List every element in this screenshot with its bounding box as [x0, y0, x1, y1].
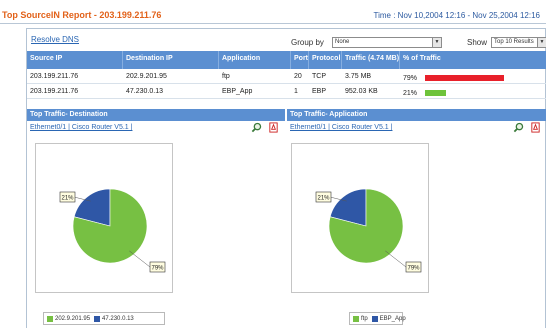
application-chart: 79% 21% [291, 143, 429, 293]
percent-bar-fill [425, 75, 504, 81]
application-section: Top Traffic- Application Ethernet0/1 | C… [287, 109, 546, 328]
device-link[interactable]: Ethernet0/1 | Cisco Router V5.1 | [287, 121, 546, 135]
toolbar: Resolve DNS Group by None ▼ Show Top 10 … [27, 29, 546, 51]
legend-item: 202.9.201.95 [47, 315, 91, 322]
cell-source-ip: 203.199.211.76 [30, 88, 79, 95]
data-label: 21% [61, 196, 74, 202]
table-body: 203.199.211.76 202.9.201.95 ftp 20 TCP 3.75 M… [27, 69, 546, 99]
table-row: 203.199.211.76 202.9.201.95 ftp 20 TCP 3.75 M… [27, 69, 546, 84]
data-label: 79% [407, 266, 420, 272]
col-application[interactable]: Application [219, 51, 291, 69]
data-label: 21% [317, 196, 330, 202]
col-source-ip[interactable]: Source IP [27, 51, 123, 69]
table-header: Source IP Destination IP Application Por… [27, 51, 546, 69]
percent-bar-track [425, 75, 525, 81]
cell-protocol: TCP [312, 73, 326, 80]
group-by-label: Group by [291, 38, 324, 47]
data-label-leader [129, 250, 151, 268]
percent-label: 21% [403, 89, 418, 97]
table-row: 203.199.211.76 47.230.0.13 EBP_App 1 EBP 952.… [27, 84, 546, 99]
section-actions [513, 122, 541, 133]
legend-swatch [371, 315, 378, 322]
percent-label: 79% [403, 74, 418, 82]
col-protocol[interactable]: Protocol [309, 51, 342, 69]
destination-chart: 79% 21% [35, 143, 173, 293]
magnifier-icon[interactable] [251, 122, 262, 133]
destination-section: Top Traffic- Destination Ethernet0/1 | C… [27, 109, 285, 328]
data-label-leader [385, 250, 407, 268]
col-port[interactable]: Port [291, 51, 309, 69]
legend-swatch [47, 315, 53, 322]
group-by-value: None [335, 39, 350, 45]
resolve-dns-link[interactable]: Resolve DNS [31, 35, 79, 44]
legend-label: EBP_App [379, 315, 406, 322]
report-panel: Resolve DNS Group by None ▼ Show Top 10 … [26, 28, 546, 328]
chart-legend: 202.9.201.95 47.230.0.13 [43, 312, 165, 325]
cell-destination-ip: 202.9.201.95 [126, 73, 167, 80]
pie-chart: 79% 21% [59, 188, 166, 273]
cell-port: 20 [294, 73, 302, 80]
time-range: Time : Nov 10,2004 12:16 - Nov 25,2004 1… [373, 11, 540, 20]
col-percent-traffic[interactable]: % of Traffic [400, 51, 546, 69]
cell-port: 1 [294, 88, 298, 95]
device-link-label: Ethernet0/1 | Cisco Router V5.1 | [30, 124, 133, 131]
magnifier-icon[interactable] [513, 122, 524, 133]
pie-chart: 79% 21% [315, 188, 422, 273]
report-header: Top SourceIN Report - 203.199.211.76 Tim… [0, 0, 546, 24]
cell-destination-ip: 47.230.0.13 [126, 88, 163, 95]
cell-application: ftp [222, 73, 230, 80]
legend-label: ftp [361, 315, 368, 322]
cell-percent: 79% [400, 69, 546, 83]
legend-item: 47.230.0.13 [94, 315, 134, 322]
col-destination-ip[interactable]: Destination IP [123, 51, 219, 69]
col-traffic[interactable]: Traffic (4.74 MB) [342, 51, 400, 69]
section-actions [251, 122, 279, 133]
legend-item: ftp [353, 315, 368, 322]
pdf-export-icon[interactable] [268, 122, 279, 133]
percent-bar-track [425, 90, 525, 96]
cell-source-ip: 203.199.211.76 [30, 73, 79, 80]
section-title: Top Traffic- Destination [27, 109, 285, 121]
section-title: Top Traffic- Application [287, 109, 546, 121]
legend-swatch [94, 315, 101, 322]
cell-protocol: EBP [312, 88, 327, 95]
show-label: Show [467, 38, 488, 47]
pdf-export-icon[interactable] [530, 122, 541, 133]
traffic-table: Source IP Destination IP Application Por… [27, 51, 546, 99]
cell-application: EBP_App [222, 88, 253, 95]
show-results-select[interactable]: Top 10 Results ▼ [491, 37, 546, 48]
group-by-select[interactable]: None ▼ [332, 37, 442, 48]
legend-swatch [353, 315, 359, 322]
data-label: 79% [151, 266, 164, 272]
show-results-value: Top 10 Results [494, 39, 534, 45]
percent-bar-fill [425, 90, 446, 96]
legend-item: EBP_App [371, 315, 406, 322]
device-link[interactable]: Ethernet0/1 | Cisco Router V5.1 | [27, 121, 285, 135]
chevron-down-icon: ▼ [432, 38, 441, 47]
legend-label: 202.9.201.95 [55, 315, 91, 322]
chevron-down-icon: ▼ [537, 38, 546, 47]
cell-percent: 21% [400, 84, 546, 98]
chart-legend: ftp EBP_App [349, 312, 406, 325]
cell-traffic: 952.03 KB [345, 88, 378, 95]
device-link-label: Ethernet0/1 | Cisco Router V5.1 | [290, 124, 393, 131]
cell-traffic: 3.75 MB [345, 73, 372, 80]
report-title: Top SourceIN Report - 203.199.211.76 [2, 10, 162, 20]
legend-label: 47.230.0.13 [102, 315, 134, 322]
